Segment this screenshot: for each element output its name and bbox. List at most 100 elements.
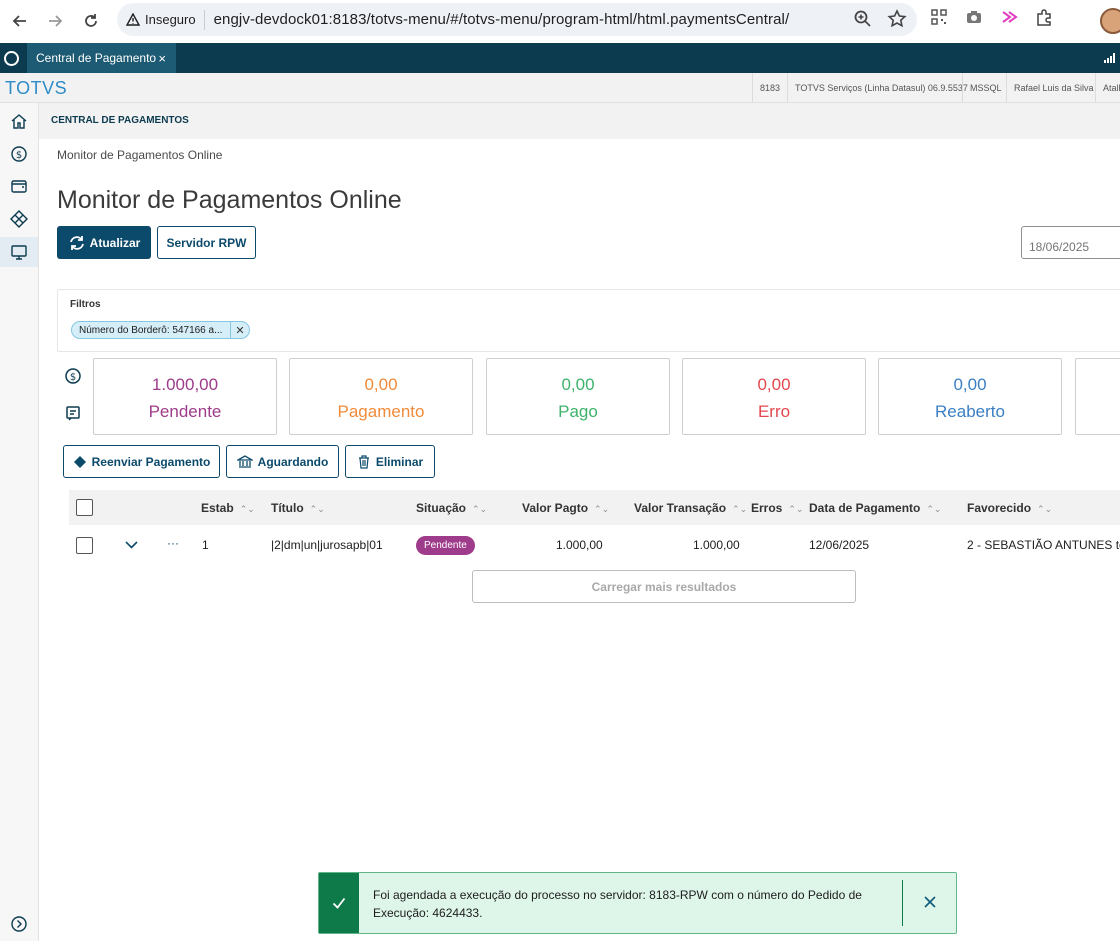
omnibox-divider [203, 9, 205, 30]
cell-valor-pagto: 1.000,00 [556, 538, 603, 552]
rpw-server-button[interactable]: Servidor RPW [157, 226, 256, 259]
security-indicator[interactable]: Inseguro [126, 12, 196, 27]
filters-panel: Filtros Número do Borderô: 547166 a... ✕ [57, 289, 1120, 352]
header-titulo[interactable]: Título ⌃⌄ [271, 501, 325, 515]
card-label: Pago [558, 402, 598, 421]
status-badge: Pendente [416, 536, 475, 555]
left-nav: $ [0, 103, 39, 941]
info-user[interactable]: Rafael Luis da Silva [1006, 73, 1101, 103]
page-title: Monitor de Pagamentos Online [57, 186, 402, 214]
browser-toolbar: Inseguro engjv-devdock01:8183/totvs-menu… [0, 0, 1120, 43]
qr-code-icon[interactable] [930, 8, 948, 26]
nav-expand[interactable] [0, 909, 38, 939]
card-pagamento[interactable]: 0,00 Pagamento [289, 358, 473, 435]
address-bar[interactable]: Inseguro engjv-devdock01:8183/totvs-menu… [117, 3, 917, 36]
values-toggle[interactable]: $ [63, 366, 83, 386]
sort-icon: ⌃⌄ [594, 504, 610, 514]
chip-close-icon[interactable]: ✕ [230, 322, 249, 338]
filter-chip-bordero[interactable]: Número do Borderô: 547166 a... ✕ [71, 321, 250, 339]
tab-central-de-pagamento[interactable]: Central de Pagamento × [27, 43, 176, 73]
document-list-icon [66, 406, 80, 421]
chevron-down-icon[interactable] [124, 540, 139, 550]
row-checkbox[interactable] [76, 537, 93, 554]
zoom-icon[interactable] [853, 9, 873, 29]
card-value: 0,00 [561, 375, 595, 394]
sort-icon: ⌃⌄ [1037, 504, 1053, 514]
camera-icon[interactable] [965, 8, 983, 26]
cell-estab: 1 [202, 538, 209, 552]
header-label: Erros [751, 501, 783, 515]
load-more-button[interactable]: Carregar mais resultados [472, 570, 856, 603]
row-menu-icon[interactable]: ··· [167, 536, 179, 550]
header-data-pagamento[interactable]: Data de Pagamento ⌃⌄ [809, 501, 941, 515]
card-pendente[interactable]: 1.000,00 Pendente [93, 358, 277, 435]
delete-label: Eliminar [375, 454, 424, 469]
filters-label: Filtros [70, 299, 101, 310]
back-icon[interactable] [5, 6, 35, 36]
card-erro[interactable]: 0,00 Erro [682, 358, 866, 435]
select-all-checkbox[interactable] [76, 499, 93, 516]
puzzle-icon[interactable] [1035, 8, 1053, 26]
forward-icon[interactable] [40, 6, 70, 36]
totvs-logo: TOTVS [5, 78, 68, 98]
waiting-button[interactable]: Aguardando [226, 445, 339, 478]
cell-titulo: |2|dm|un|jurosapb|01 [271, 538, 383, 552]
sort-icon: ⌃⌄ [309, 504, 325, 514]
toast-message: Foi agendada a execução do processo no s… [373, 888, 862, 920]
card-value: 0,00 [364, 375, 398, 394]
header-label: Estab [201, 501, 234, 515]
section-title: CENTRAL DE PAGAMENTOS [51, 115, 189, 126]
security-label: Inseguro [145, 12, 196, 27]
card-label: Pagamento [337, 402, 425, 421]
diamond-grid-icon [10, 210, 28, 228]
breadcrumb[interactable]: Monitor de Pagamentos Online [57, 148, 222, 162]
refresh-button[interactable]: Atualizar [57, 226, 151, 259]
header-estab[interactable]: Estab ⌃⌄ [201, 501, 255, 515]
card-value: 0,00 [757, 375, 791, 394]
toast-divider [902, 880, 903, 926]
url-text[interactable]: engjv-devdock01:8183/totvs-menu/#/totvs-… [214, 11, 790, 28]
sort-icon: ⌃⌄ [788, 504, 804, 514]
header-situacao[interactable]: Situação ⌃⌄ [416, 501, 487, 515]
profile-avatar[interactable] [1100, 8, 1120, 34]
bookmark-star-icon[interactable] [887, 9, 907, 29]
totvs-menu-icon[interactable] [4, 51, 19, 66]
toast-status [319, 873, 359, 933]
nav-integration[interactable] [0, 204, 38, 234]
table-header: Estab ⌃⌄ Título ⌃⌄ Situação ⌃⌄ Valor Pagto ⌃… [69, 490, 1120, 525]
svg-text:$: $ [16, 150, 22, 161]
delete-button[interactable]: Eliminar [345, 445, 435, 478]
bank-icon [236, 454, 253, 468]
extension-arrow-icon[interactable] [1000, 8, 1018, 26]
date-field[interactable] [1021, 226, 1120, 259]
header-valor-transacao[interactable]: Valor Transação ⌃⌄ [634, 501, 747, 515]
card-reaberto[interactable]: 0,00 Reaberto [878, 358, 1062, 435]
nav-wallet[interactable] [0, 171, 38, 201]
close-icon [924, 896, 936, 908]
trash-icon [358, 454, 369, 469]
nav-finance[interactable]: $ [0, 139, 38, 169]
cell-data-pagamento: 12/06/2025 [809, 538, 870, 552]
cell-favorecido: 2 - SEBASTIÃO ANTUNES tes [967, 538, 1120, 552]
resend-payment-button[interactable]: Reenviar Pagamento [63, 445, 220, 478]
nav-monitor[interactable] [0, 237, 38, 267]
refresh-icon [69, 235, 84, 250]
reload-icon[interactable] [76, 6, 106, 36]
warning-icon [126, 13, 140, 26]
signal-icon [1104, 53, 1115, 63]
nav-home[interactable] [0, 106, 38, 136]
card-partial[interactable] [1075, 358, 1120, 435]
tab-close-icon[interactable]: × [158, 51, 166, 66]
header-valor-pagto[interactable]: Valor Pagto ⌃⌄ [522, 501, 609, 515]
chevron-right-circle-icon [11, 916, 27, 932]
card-pago[interactable]: 0,00 Pago [486, 358, 670, 435]
resend-payment-label: Reenviar Pagamento [91, 454, 211, 469]
info-shortcuts[interactable]: Atalh [1095, 73, 1120, 103]
header-erros[interactable]: Erros ⌃⌄ [751, 501, 803, 515]
documents-toggle[interactable] [63, 403, 83, 423]
toast-close-icon[interactable] [919, 891, 941, 913]
success-toast: Foi agendada a execução do processo no s… [318, 872, 957, 934]
dollar-circle-icon: $ [65, 368, 81, 384]
header-favorecido[interactable]: Favorecido ⌃⌄ [967, 501, 1052, 515]
refresh-button-label: Atualizar [89, 235, 141, 250]
